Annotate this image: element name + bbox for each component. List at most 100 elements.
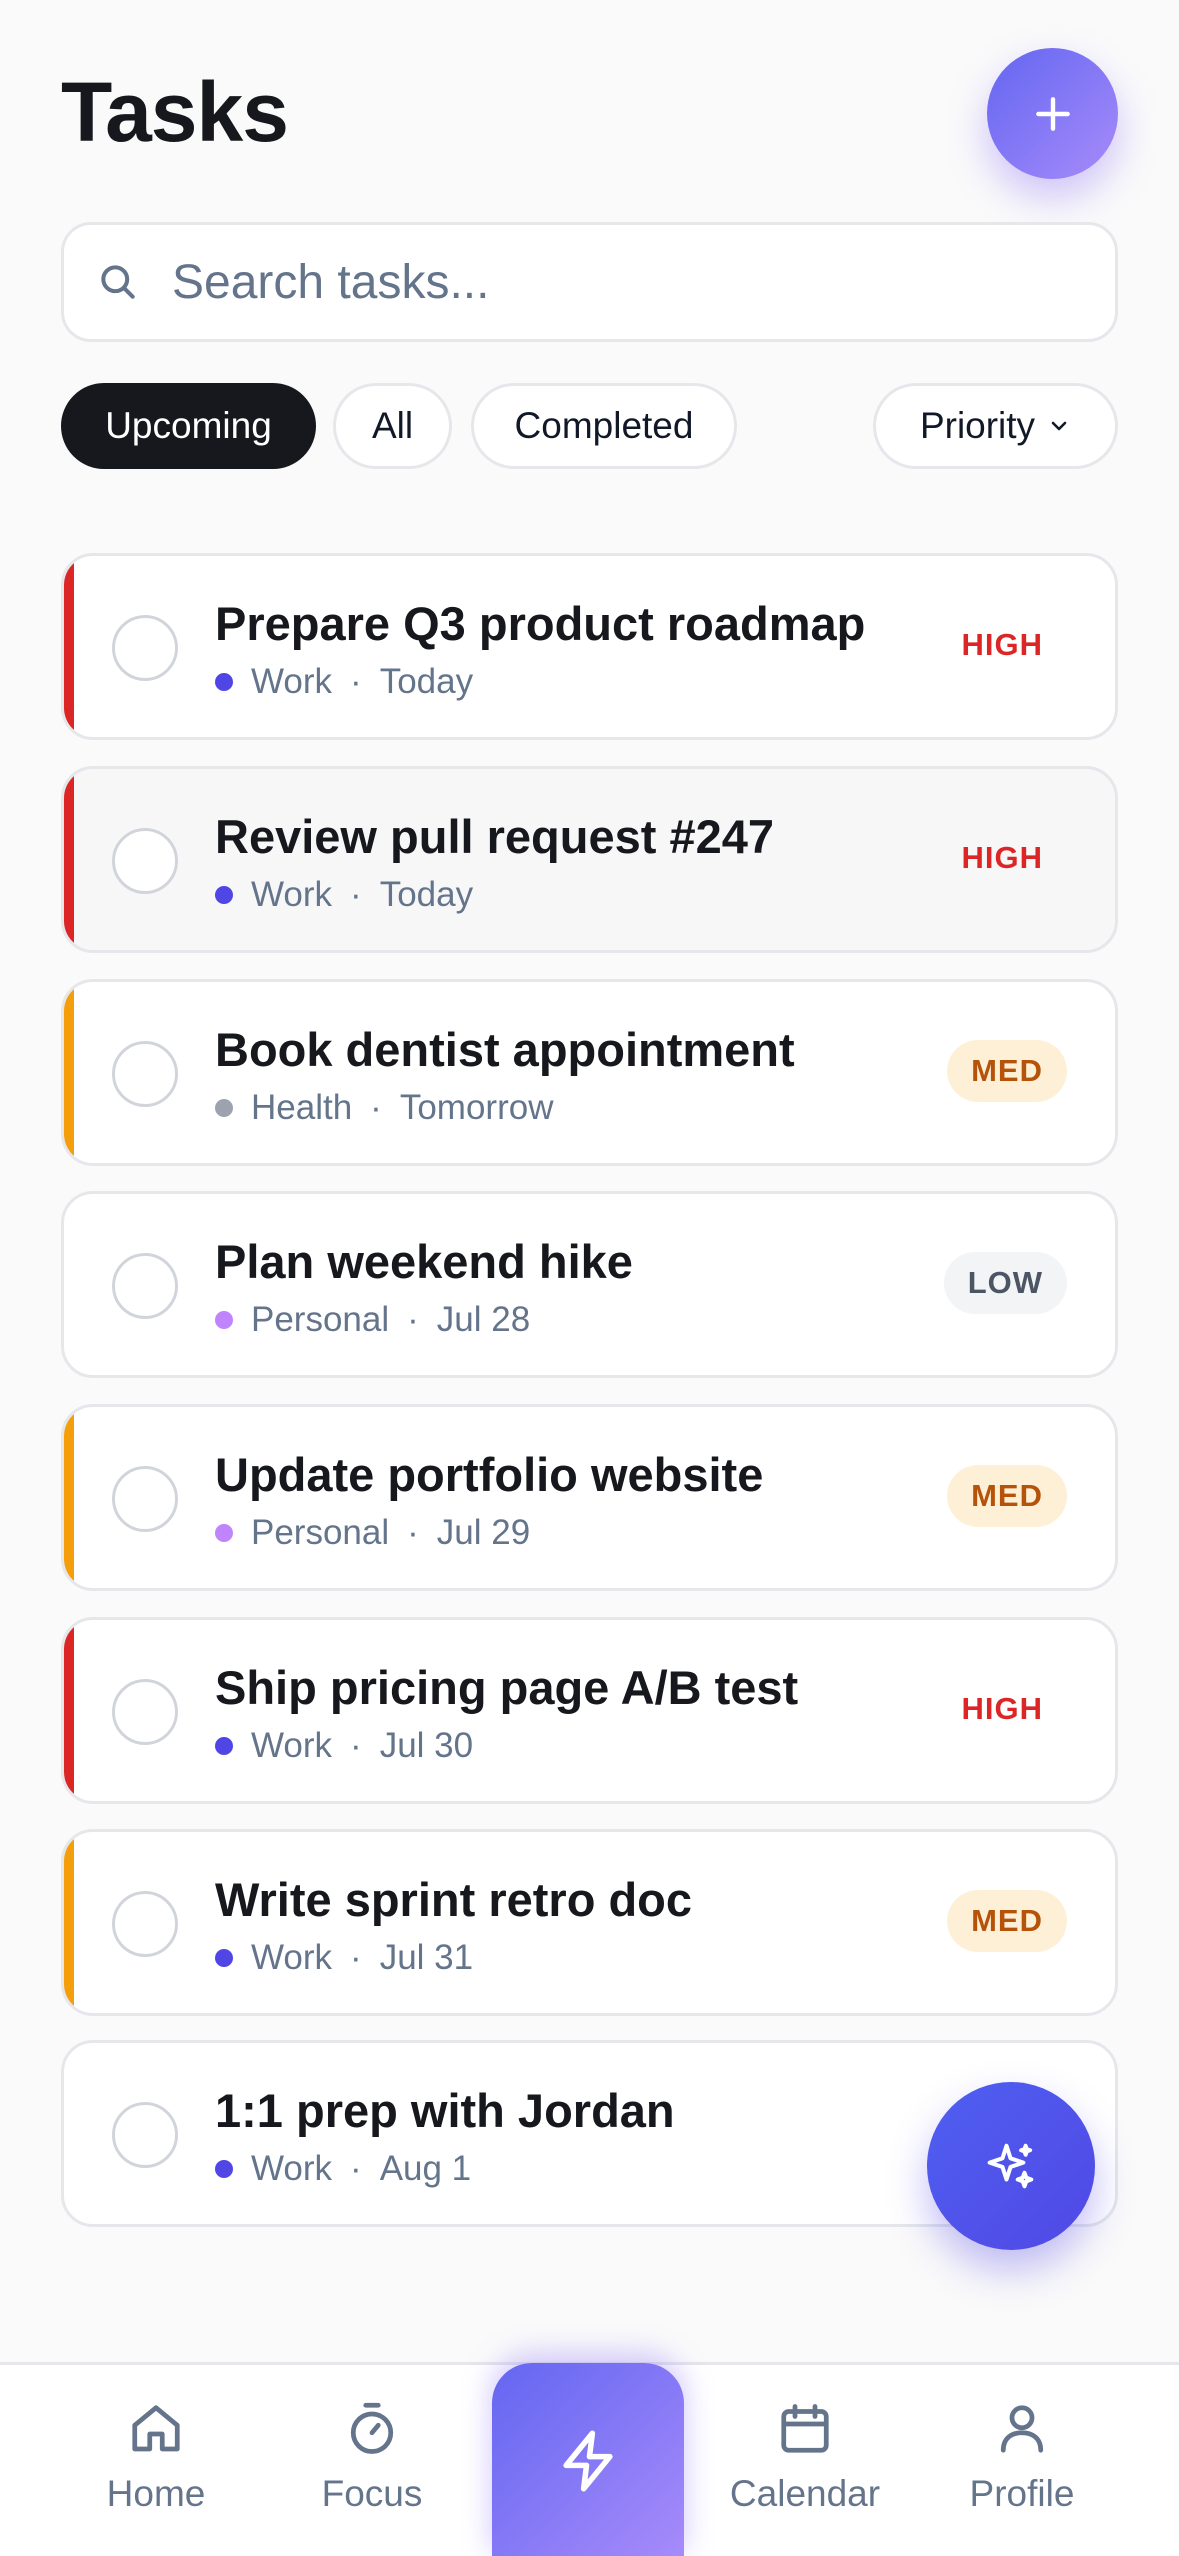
task-category: Work [251, 1726, 333, 1765]
priority-badge: HIGH [961, 627, 1043, 662]
task-category: Personal [251, 1513, 390, 1552]
nav-item-calendar[interactable]: Calendar [705, 2399, 905, 2515]
task-card[interactable]: Book dentist appointment Health · Tomorrow M… [61, 979, 1118, 1166]
task-title: Write sprint retro doc [215, 1873, 693, 1926]
nav-quick-action-button[interactable] [492, 2363, 684, 2556]
category-dot [215, 1949, 233, 1967]
task-due-date: Jul 30 [379, 1726, 474, 1765]
task-title: 1:1 prep with Jordan [215, 2084, 675, 2137]
stopwatch-icon [350, 2402, 394, 2454]
task-meta: Personal · Jul 29 [215, 1513, 530, 1553]
filter-chip-label: Completed [514, 405, 694, 446]
task-checkbox[interactable] [112, 615, 178, 681]
task-due-date: Aug 1 [379, 2149, 472, 2188]
priority-sort-dropdown[interactable]: Priority [873, 383, 1118, 469]
category-dot [215, 886, 233, 904]
task-checkbox[interactable] [112, 1253, 178, 1319]
category-dot [215, 1311, 233, 1329]
meta-separator: · [407, 1300, 419, 1339]
nav-item-home[interactable]: Home [56, 2399, 256, 2515]
task-checkbox[interactable] [112, 1041, 178, 1107]
priority-stripe [64, 982, 74, 1163]
task-meta: Work · Jul 31 [215, 1938, 473, 1978]
task-due-date: Jul 28 [436, 1300, 531, 1339]
ai-assist-button[interactable] [927, 2082, 1095, 2250]
filter-chip-all[interactable]: All [333, 383, 452, 469]
task-category: Work [251, 875, 333, 914]
meta-separator: · [350, 1938, 362, 1977]
priority-badge: LOW [943, 1252, 1067, 1314]
nav-label-calendar: Calendar [729, 2473, 881, 2514]
priority-badge: HIGH [961, 840, 1043, 875]
task-card[interactable]: Review pull request #247 Work · Today HIGH [61, 766, 1118, 953]
meta-separator: · [350, 875, 362, 914]
add-task-button[interactable] [987, 48, 1118, 179]
task-checkbox[interactable] [112, 2102, 178, 2168]
search-bar[interactable] [61, 222, 1118, 342]
task-category: Work [251, 662, 333, 701]
priority-stripe [64, 1407, 74, 1588]
meta-separator: · [350, 662, 362, 701]
nav-label-home: Home [106, 2473, 206, 2514]
meta-separator: · [407, 1513, 419, 1552]
task-checkbox[interactable] [112, 1466, 178, 1532]
task-due-date: Tomorrow [399, 1088, 554, 1127]
tasks-screen: Tasks Upcoming All Completed Priority Pr… [0, 0, 1179, 2556]
lightning-icon [563, 2430, 613, 2492]
task-category: Work [251, 2149, 333, 2188]
user-icon [1000, 2405, 1044, 2453]
task-checkbox[interactable] [112, 1679, 178, 1745]
filter-chip-upcoming[interactable]: Upcoming [61, 383, 316, 469]
priority-badge: HIGH [961, 1691, 1043, 1726]
category-dot [215, 1737, 233, 1755]
nav-item-profile[interactable]: Profile [922, 2399, 1122, 2515]
task-category: Work [251, 1938, 333, 1977]
priority-badge: MED [947, 1465, 1067, 1527]
meta-separator: · [350, 1726, 362, 1765]
task-meta: Work · Today [215, 662, 473, 702]
nav-label-profile: Profile [969, 2473, 1075, 2514]
task-card[interactable]: Write sprint retro doc Work · Jul 31 MED [61, 1829, 1118, 2016]
task-title: Book dentist appointment [215, 1023, 795, 1076]
task-title: Ship pricing page A/B test [215, 1661, 799, 1714]
task-title: Review pull request #247 [215, 810, 775, 863]
task-meta: Work · Aug 1 [215, 2149, 471, 2189]
priority-stripe [64, 769, 74, 950]
sparkles-icon [987, 2143, 1034, 2189]
plus-icon [1035, 96, 1070, 131]
task-due-date: Today [379, 662, 474, 701]
filter-chip-completed[interactable]: Completed [471, 383, 737, 469]
chevron-down-icon [1051, 421, 1067, 431]
task-card[interactable]: Prepare Q3 product roadmap Work · Today HIGH [61, 553, 1118, 740]
task-due-date: Jul 29 [436, 1513, 531, 1552]
task-meta: Health · Tomorrow [215, 1088, 553, 1128]
task-card[interactable]: Ship pricing page A/B test Work · Jul 30 HIG… [61, 1617, 1118, 1804]
task-title: Update portfolio website [215, 1448, 764, 1501]
calendar-icon [781, 2404, 829, 2453]
home-icon [132, 2405, 180, 2452]
task-due-date: Today [379, 875, 474, 914]
task-due-date: Jul 31 [379, 1938, 474, 1977]
category-dot [215, 1524, 233, 1542]
task-checkbox[interactable] [112, 1891, 178, 1957]
task-card[interactable]: Plan weekend hike Personal · Jul 28 LOW [61, 1191, 1118, 1378]
task-category: Health [251, 1088, 353, 1127]
bottom-nav: Home Focus Calendar Profile [0, 2362, 1179, 2556]
task-checkbox[interactable] [112, 828, 178, 894]
search-input[interactable] [172, 254, 1072, 310]
task-meta: Work · Jul 30 [215, 1726, 473, 1766]
category-dot [215, 2160, 233, 2178]
sort-label: Priority [919, 405, 1036, 446]
priority-stripe [64, 556, 74, 737]
nav-item-focus[interactable]: Focus [272, 2399, 472, 2515]
meta-separator: · [350, 2149, 362, 2188]
priority-badge: MED [947, 1040, 1067, 1102]
page-title: Tasks [61, 65, 289, 159]
filter-chip-label: Upcoming [105, 405, 272, 446]
meta-separator: · [370, 1088, 382, 1127]
category-dot [215, 1099, 233, 1117]
task-meta: Work · Today [215, 875, 473, 915]
task-title: Prepare Q3 product roadmap [215, 597, 866, 650]
task-card[interactable]: Update portfolio website Personal · Jul 29 M… [61, 1404, 1118, 1591]
task-category: Personal [251, 1300, 390, 1339]
